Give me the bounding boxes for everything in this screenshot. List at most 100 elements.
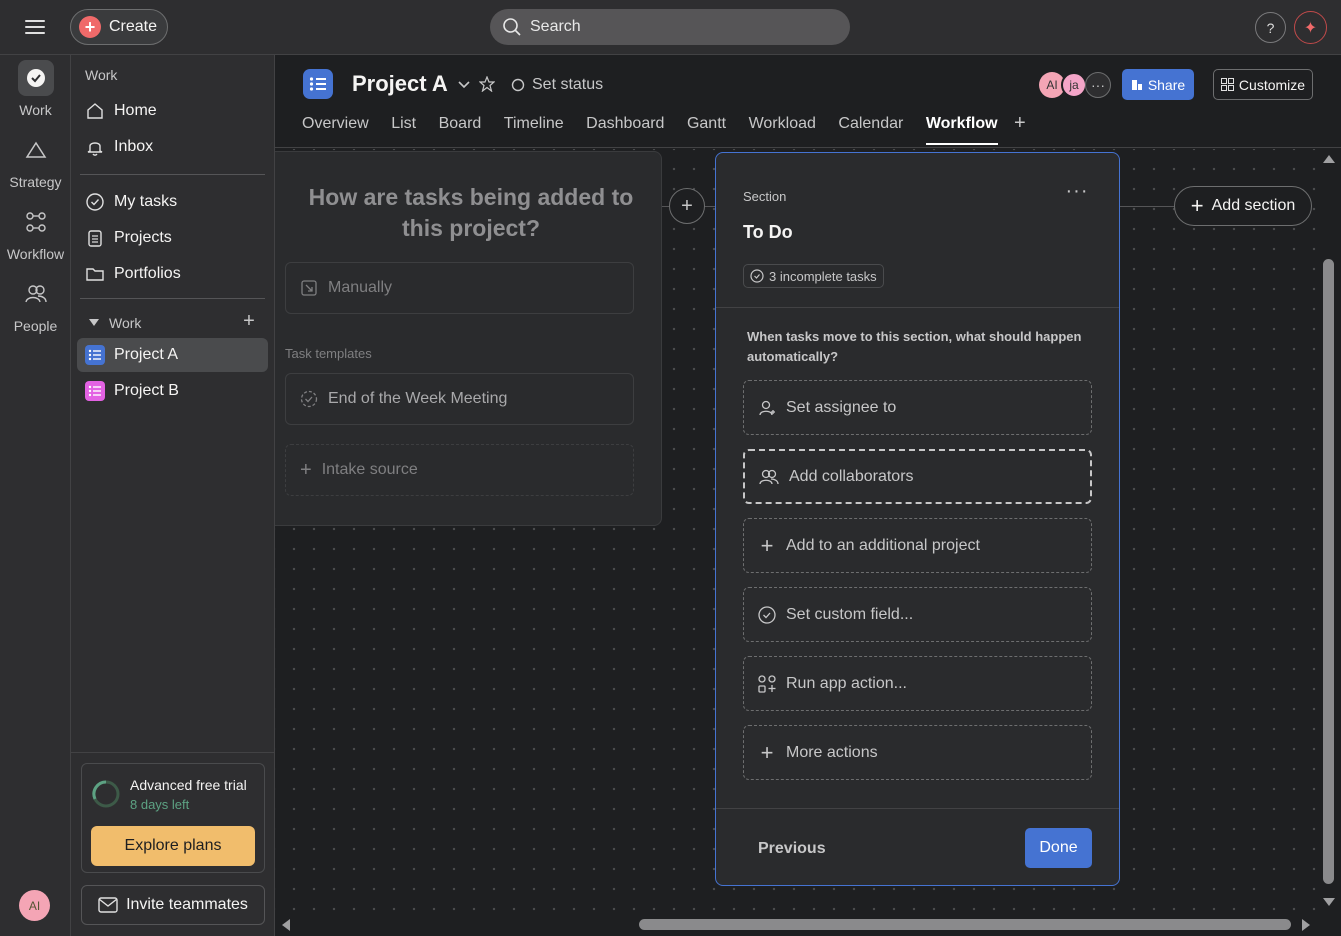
invite-teammates-button[interactable]: Invite teammates	[81, 885, 265, 925]
sidebar-item-home[interactable]: Home	[77, 94, 268, 128]
more-members-icon[interactable]: ···	[1085, 72, 1111, 98]
action-label: Set assignee to	[786, 398, 897, 416]
rail-label: Strategy	[9, 174, 62, 190]
add-tab-button[interactable]: +	[1014, 112, 1026, 145]
sidebar-heading-work: Work	[85, 67, 118, 83]
task-templates-heading: Task templates	[285, 346, 372, 361]
sidebar-item-projects[interactable]: Projects	[77, 221, 268, 255]
sidebar-item-label: Home	[114, 102, 157, 119]
intake-source-label: Intake source	[321, 461, 418, 478]
action-run-app[interactable]: Run app action...	[743, 656, 1092, 711]
team-section-toggle[interactable]: Work	[89, 315, 141, 331]
rail-item-people[interactable]: People	[0, 276, 71, 334]
sidebar-item-portfolios[interactable]: Portfolios	[77, 257, 268, 291]
star-icon[interactable]	[479, 76, 495, 92]
intake-option-manually[interactable]: Manually	[285, 262, 634, 314]
section-title[interactable]: To Do	[743, 222, 793, 243]
ai-sparkle-button[interactable]: ✦	[1294, 11, 1327, 44]
team-heading: Work	[109, 315, 142, 331]
rail-label: People	[13, 318, 58, 334]
project-title[interactable]: Project A	[352, 71, 448, 97]
horizontal-scroll-thumb[interactable]	[639, 919, 1291, 930]
automation-question: When tasks move to this section, what sh…	[747, 329, 1082, 364]
menu-icon[interactable]	[22, 16, 48, 38]
scroll-left-icon[interactable]	[281, 918, 291, 932]
sidebar-item-project-b[interactable]: Project B	[77, 374, 268, 408]
scroll-down-icon[interactable]	[1322, 897, 1336, 907]
sidebar-item-inbox[interactable]: Inbox	[77, 130, 268, 164]
chevron-down-icon[interactable]	[458, 81, 470, 89]
tab-dashboard[interactable]: Dashboard	[586, 115, 664, 145]
previous-button[interactable]: Previous	[758, 840, 826, 858]
workflow-icon	[18, 204, 54, 240]
sidebar-item-label: Inbox	[114, 138, 154, 155]
sidebar-item-my-tasks[interactable]: My tasks	[77, 185, 268, 219]
apps-icon	[758, 674, 776, 693]
people-icon	[18, 276, 54, 312]
tab-workload[interactable]: Workload	[749, 115, 816, 145]
check-circle-icon	[758, 605, 776, 624]
explore-plans-button[interactable]: Explore plans	[91, 826, 255, 866]
rail-item-workflow[interactable]: Workflow	[0, 204, 71, 262]
connector-line	[1120, 206, 1174, 207]
trial-progress-ring	[92, 780, 120, 808]
lock-icon	[1131, 79, 1142, 90]
rail-item-strategy[interactable]: Strategy	[0, 132, 71, 190]
action-set-assignee[interactable]: Set assignee to	[743, 380, 1092, 435]
intake-source-button[interactable]: + Intake source	[285, 444, 634, 496]
person-icon	[759, 400, 775, 415]
tab-board[interactable]: Board	[439, 115, 482, 145]
action-label: Set custom field...	[786, 605, 914, 623]
help-button[interactable]: ?	[1255, 12, 1286, 43]
plus-icon: +	[1014, 112, 1026, 134]
section-label: Section	[743, 189, 787, 204]
list-icon[interactable]	[303, 69, 333, 99]
tab-overview[interactable]: Overview	[302, 115, 369, 145]
rail-label: Work	[19, 102, 52, 118]
customize-button[interactable]: Customize	[1213, 69, 1313, 100]
done-button[interactable]: Done	[1025, 828, 1092, 868]
collaborators-icon	[759, 469, 779, 484]
share-label: Share	[1147, 76, 1186, 93]
scroll-right-icon[interactable]	[1301, 918, 1311, 932]
action-set-custom-field[interactable]: Set custom field...	[743, 587, 1092, 642]
member-avatar[interactable]: ja	[1061, 72, 1087, 98]
workflow-canvas[interactable]: How are tasks being added to this projec…	[275, 149, 1316, 913]
action-more[interactable]: + More actions	[743, 725, 1092, 780]
add-section-button[interactable]: + Add section	[1174, 186, 1312, 226]
vertical-scrollbar[interactable]	[1316, 149, 1341, 913]
plus-icon: +	[243, 309, 255, 332]
action-add-collaborators[interactable]: Add collaborators	[743, 449, 1092, 504]
create-button[interactable]: + Create	[70, 9, 168, 45]
tab-list[interactable]: List	[391, 115, 416, 145]
rail-item-work[interactable]: Work	[0, 60, 71, 118]
add-project-button[interactable]: +	[239, 309, 259, 332]
action-add-to-project[interactable]: + Add to an additional project	[743, 518, 1092, 573]
search-placeholder: Search	[530, 18, 581, 35]
status-circle-icon	[511, 78, 525, 92]
horizontal-scrollbar[interactable]	[275, 913, 1341, 936]
plus-icon: +	[300, 458, 312, 481]
tab-workflow[interactable]: Workflow	[925, 115, 998, 145]
share-button[interactable]: Share	[1122, 69, 1194, 100]
sidebar-item-label: Project B	[114, 382, 179, 399]
check-circle-icon	[17, 60, 54, 96]
sidebar-item-project-a[interactable]: Project A	[77, 338, 268, 372]
create-label: Create	[109, 18, 158, 35]
vertical-scroll-thumb[interactable]	[1323, 259, 1334, 884]
tab-timeline[interactable]: Timeline	[504, 115, 564, 145]
search-input[interactable]: Search	[490, 9, 850, 45]
trial-box: Advanced free trial 8 days left Explore …	[81, 763, 265, 873]
tab-gantt[interactable]: Gantt	[687, 115, 726, 145]
scroll-up-icon[interactable]	[1322, 154, 1336, 164]
user-avatar[interactable]: AI	[19, 890, 50, 921]
more-options-icon[interactable]: ···	[1063, 181, 1091, 207]
task-template-item[interactable]: End of the Week Meeting	[285, 373, 634, 425]
customize-label: Customize	[1238, 76, 1306, 93]
sidebar: Work Home Inbox My tasks Projects Portfo…	[71, 55, 275, 936]
tab-calendar[interactable]: Calendar	[838, 115, 903, 145]
set-status-button[interactable]: Set status	[511, 76, 603, 94]
add-step-button[interactable]: +	[669, 188, 705, 224]
section-card: Section To Do ··· 3 incomplete tasks Whe…	[715, 152, 1120, 886]
list-icon	[85, 345, 105, 365]
